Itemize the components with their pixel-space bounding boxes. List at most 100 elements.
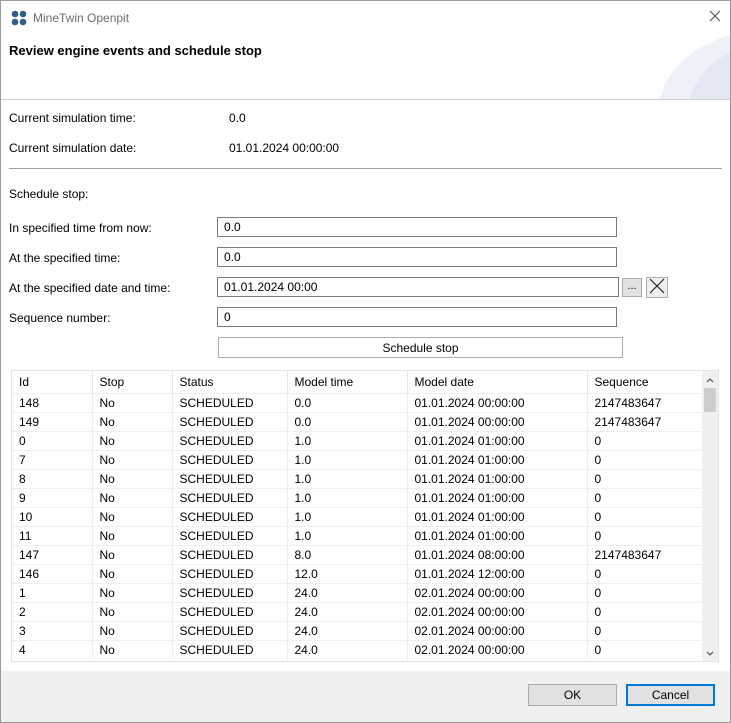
clear-date-button[interactable] [646,277,668,298]
table-row[interactable]: 0 No SCHEDULED 1.0 01.01.2024 01:00:00 0 [12,431,703,451]
cell-model-date: 01.01.2024 01:00:00 [407,507,588,527]
cell-sequence: 0 [587,469,703,489]
cell-sequence: 0 [587,602,703,622]
cell-model-time: 24.0 [287,602,408,622]
column-header-sequence[interactable]: Sequence [587,371,703,394]
sequence-number-input[interactable] [217,307,617,327]
time-from-now-input[interactable] [217,217,617,237]
cell-id: 11 [12,526,93,546]
cell-model-date: 01.01.2024 00:00:00 [407,412,588,432]
current-date-label: Current simulation date: [9,141,137,155]
ok-button[interactable]: OK [528,684,617,706]
cell-stop: No [92,545,173,565]
cell-model-time: 1.0 [287,450,408,470]
schedule-stop-section-label: Schedule stop: [9,187,89,201]
cell-stop: No [92,564,173,584]
cell-model-time: 1.0 [287,431,408,451]
dialog-heading: Review engine events and schedule stop [9,43,262,58]
cell-status: SCHEDULED [172,583,288,603]
column-header-id[interactable]: Id [12,371,93,394]
cell-model-date: 02.01.2024 00:00:00 [407,621,588,641]
cell-status: SCHEDULED [172,621,288,641]
close-button[interactable] [700,1,730,33]
cell-model-date: 01.01.2024 01:00:00 [407,526,588,546]
header-decoration [660,35,730,99]
close-icon [709,10,721,25]
cell-model-date: 02.01.2024 00:00:00 [407,640,588,659]
cell-status: SCHEDULED [172,431,288,451]
cell-stop: No [92,526,173,546]
scrollbar-thumb[interactable] [704,388,716,412]
cell-model-time: 24.0 [287,583,408,603]
cell-id: 1 [12,583,93,603]
cell-model-date: 02.01.2024 00:00:00 [407,583,588,603]
cell-status: SCHEDULED [172,412,288,432]
cell-model-time: 1.0 [287,488,408,508]
table-row[interactable]: 4 No SCHEDULED 24.0 02.01.2024 00:00:00 0 [12,640,703,659]
table-row[interactable]: 149 No SCHEDULED 0.0 01.01.2024 00:00:00 2147… [12,412,703,432]
table-row[interactable]: 2 No SCHEDULED 24.0 02.01.2024 00:00:00 0 [12,602,703,622]
table-row[interactable]: 147 No SCHEDULED 8.0 01.01.2024 08:00:00 2147… [12,545,703,565]
cell-sequence: 2147483647 [587,545,703,565]
cell-status: SCHEDULED [172,640,288,659]
specified-time-label: At the specified time: [9,251,121,265]
table-row[interactable]: 146 No SCHEDULED 12.0 01.01.2024 12:00:00 0 [12,564,703,584]
current-time-label: Current simulation time: [9,111,136,125]
cancel-button[interactable]: Cancel [626,684,715,706]
scroll-down-button[interactable] [702,645,718,661]
cell-status: SCHEDULED [172,564,288,584]
scroll-up-button[interactable] [702,371,718,387]
sequence-number-label: Sequence number: [9,311,111,325]
cell-status: SCHEDULED [172,450,288,470]
date-picker-button[interactable]: ... [622,278,642,297]
column-header-stop[interactable]: Stop [92,371,173,394]
cell-stop: No [92,640,173,659]
specified-time-input[interactable] [217,247,617,267]
cell-stop: No [92,431,173,451]
cell-model-date: 01.01.2024 01:00:00 [407,488,588,508]
title-bar: MineTwin Openpit [1,1,730,35]
current-date-value: 01.01.2024 00:00:00 [229,141,340,155]
table-row[interactable]: 11 No SCHEDULED 1.0 01.01.2024 01:00:00 0 [12,526,703,546]
vertical-scrollbar[interactable] [702,371,718,661]
cell-id: 7 [12,450,93,470]
cell-id: 4 [12,640,93,659]
table-row[interactable]: 148 No SCHEDULED 0.0 01.01.2024 00:00:00 2147… [12,393,703,413]
table-row[interactable]: 1 No SCHEDULED 24.0 02.01.2024 00:00:00 0 [12,583,703,603]
cell-status: SCHEDULED [172,507,288,527]
cell-model-time: 0.0 [287,393,408,413]
specified-date-label: At the specified date and time: [9,281,171,295]
column-header-model-time[interactable]: Model time [287,371,408,394]
cell-stop: No [92,621,173,641]
column-header-status[interactable]: Status [172,371,288,394]
time-from-now-label: In specified time from now: [9,221,152,235]
column-header-model-date[interactable]: Model date [407,371,588,394]
table-row[interactable]: 9 No SCHEDULED 1.0 01.01.2024 01:00:00 0 [12,488,703,508]
cell-id: 146 [12,564,93,584]
schedule-stop-button[interactable]: Schedule stop [218,337,623,358]
cell-id: 3 [12,621,93,641]
dialog-header: Review engine events and schedule stop [1,35,730,99]
cell-id: 148 [12,393,93,413]
cell-model-time: 0.0 [287,412,408,432]
specified-date-input[interactable] [217,277,619,297]
cell-model-date: 01.01.2024 01:00:00 [407,469,588,489]
cell-stop: No [92,450,173,470]
cell-id: 8 [12,469,93,489]
cell-status: SCHEDULED [172,545,288,565]
cell-model-date: 01.01.2024 01:00:00 [407,450,588,470]
cell-status: SCHEDULED [172,488,288,508]
cell-status: SCHEDULED [172,393,288,413]
cell-status: SCHEDULED [172,602,288,622]
cell-id: 2 [12,602,93,622]
cell-sequence: 2147483647 [587,393,703,413]
table-row[interactable]: 7 No SCHEDULED 1.0 01.01.2024 01:00:00 0 [12,450,703,470]
cell-model-date: 01.01.2024 00:00:00 [407,393,588,413]
chevron-up-icon [706,372,714,386]
cell-stop: No [92,507,173,527]
table-row[interactable]: 3 No SCHEDULED 24.0 02.01.2024 00:00:00 0 [12,621,703,641]
table-row[interactable]: 10 No SCHEDULED 1.0 01.01.2024 01:00:00 0 [12,507,703,527]
cell-sequence: 0 [587,488,703,508]
app-logo-icon [11,10,27,26]
table-row[interactable]: 8 No SCHEDULED 1.0 01.01.2024 01:00:00 0 [12,469,703,489]
